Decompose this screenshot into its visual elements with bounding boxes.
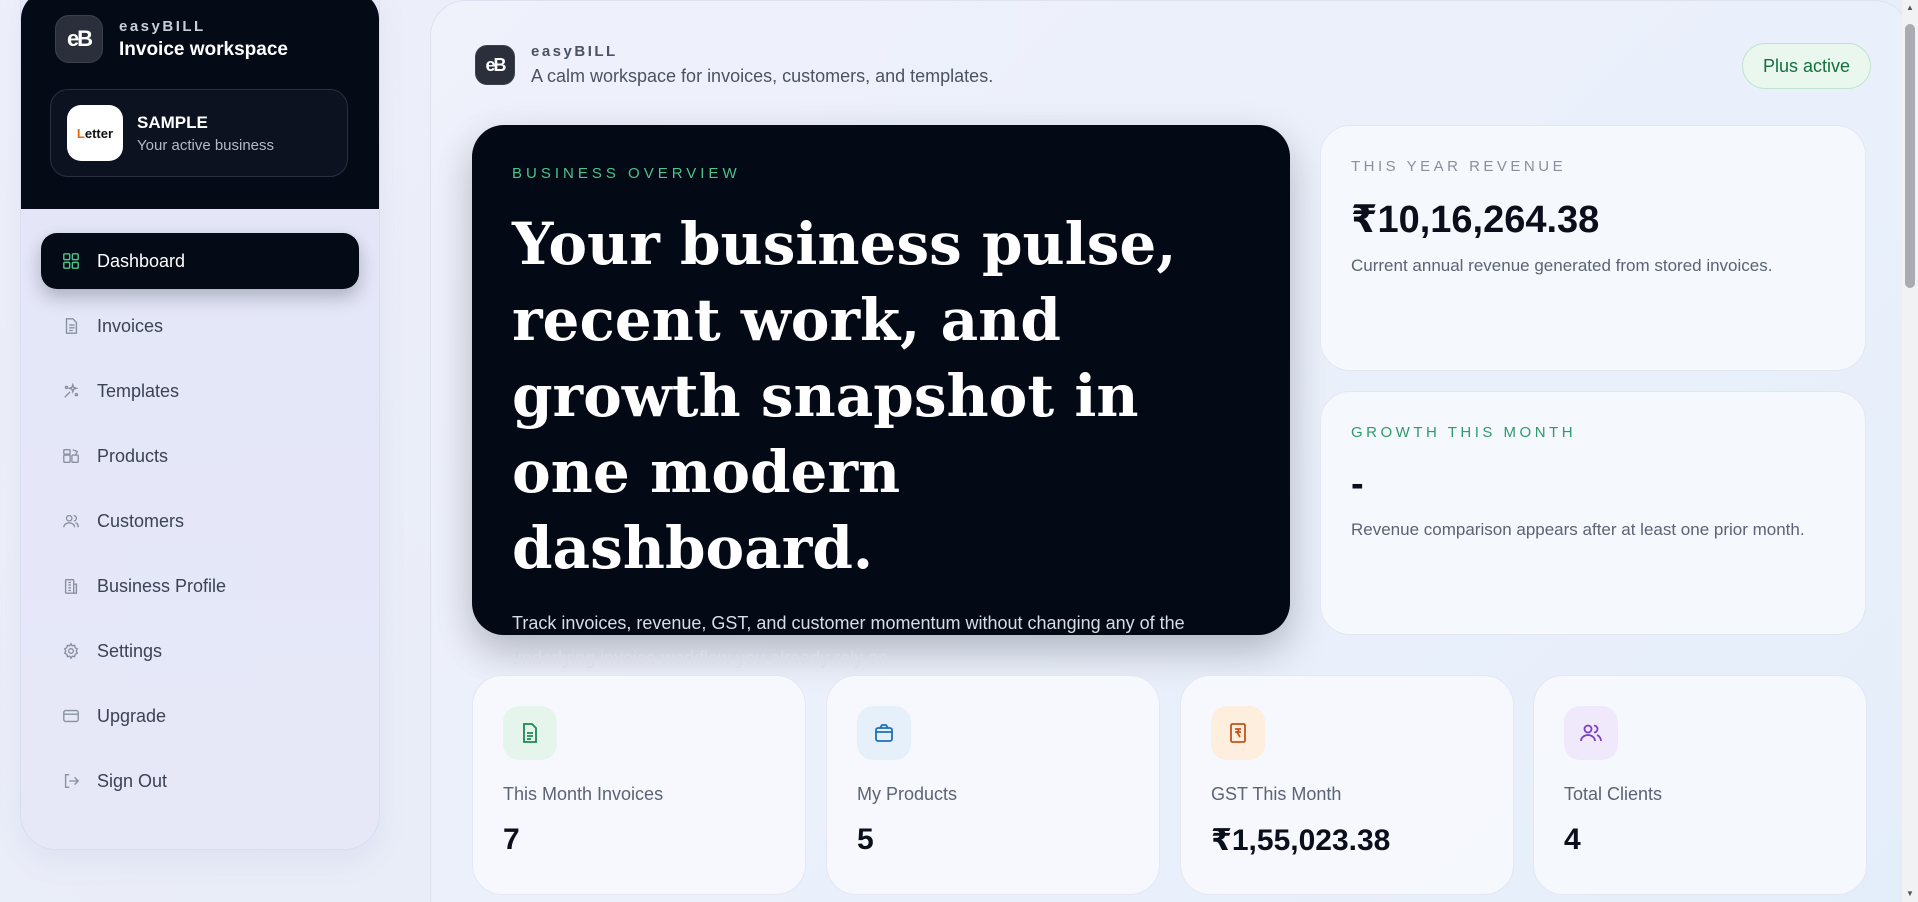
stat-card-clients[interactable]: Total Clients 4: [1533, 675, 1867, 895]
building-icon: [61, 576, 81, 596]
app-logo: eB: [475, 45, 515, 85]
box-icon: [857, 706, 911, 760]
brand-subtitle: Invoice workspace: [119, 38, 288, 60]
sidebar-item-upgrade[interactable]: Upgrade: [41, 688, 359, 744]
users-icon: [1564, 706, 1618, 760]
sidebar-item-label: Business Profile: [97, 575, 227, 596]
app-logo: eB: [55, 15, 103, 63]
business-name: SAMPLE: [137, 112, 208, 132]
growth-label: GROWTH THIS MONTH: [1351, 424, 1577, 441]
gear-icon: [61, 641, 81, 661]
document-icon: [61, 316, 81, 336]
sidebar-nav: Dashboard Invoices Templates Products Cu…: [21, 209, 379, 809]
header-brand-name: easyBILL: [531, 43, 618, 60]
sidebar-item-customers[interactable]: Customers: [41, 493, 359, 549]
hero-description: Track invoices, revenue, GST, and custom…: [512, 613, 1185, 668]
hero-title: Your business pulse, recent work, and gr…: [512, 210, 1177, 582]
scrollbar-thumb[interactable]: [1905, 24, 1915, 288]
business-overview-hero: BUSINESS OVERVIEW Your business pulse, r…: [472, 125, 1290, 668]
sidebar-item-settings[interactable]: Settings: [41, 623, 359, 679]
grid-icon: [61, 251, 81, 271]
business-subtitle: Your active business: [137, 136, 275, 154]
stat-card-gst[interactable]: GST This Month ₹1,55,023.38: [1180, 675, 1514, 895]
stat-label: My Products: [857, 784, 958, 804]
revenue-label: THIS YEAR REVENUE: [1351, 158, 1567, 175]
stat-value: 5: [857, 823, 874, 856]
sidebar-item-label: Settings: [97, 640, 163, 661]
users-icon: [61, 511, 81, 531]
sidebar-item-business-profile[interactable]: Business Profile: [41, 558, 359, 614]
stat-value: 4: [1564, 823, 1581, 856]
sidebar-item-label: Dashboard: [97, 250, 186, 271]
brand[interactable]: eB easyBILL Invoice workspace: [55, 15, 349, 63]
boxes-icon: [61, 446, 81, 466]
sidebar-item-label: Templates: [97, 380, 180, 401]
sidebar-item-label: Products: [97, 445, 169, 466]
main-panel: eB easyBILL A calm workspace for invoice…: [430, 0, 1910, 902]
scroll-down-icon[interactable]: ▼: [1906, 890, 1914, 898]
sidebar-item-templates[interactable]: Templates: [41, 363, 359, 419]
sidebar-item-invoices[interactable]: Invoices: [41, 298, 359, 354]
sidebar-item-products[interactable]: Products: [41, 428, 359, 484]
sidebar-header: eB easyBILL Invoice workspace Letter SAM…: [21, 0, 379, 209]
invoice-icon: [503, 706, 557, 760]
revenue-value: ₹10,16,264.38: [1351, 199, 1600, 241]
rupee-receipt-icon: [1211, 706, 1265, 760]
sidebar-item-label: Customers: [97, 510, 185, 531]
card-icon: [61, 706, 81, 726]
sidebar-item-sign-out[interactable]: Sign Out: [41, 753, 359, 809]
business-logo: Letter: [67, 105, 123, 161]
stat-label: This Month Invoices: [503, 784, 664, 804]
header-tagline: A calm workspace for invoices, customers…: [531, 66, 994, 86]
stat-value: 7: [503, 823, 520, 856]
scroll-up-icon[interactable]: ▲: [1906, 4, 1914, 12]
growth-description: Revenue comparison appears after at leas…: [1351, 520, 1805, 539]
growth-card: GROWTH THIS MONTH - Revenue comparison a…: [1320, 391, 1866, 635]
stat-card-invoices[interactable]: This Month Invoices 7: [472, 675, 806, 895]
revenue-description: Current annual revenue generated from st…: [1351, 256, 1773, 275]
brand-name: easyBILL: [119, 17, 206, 35]
sidebar-item-label: Sign Out: [97, 770, 168, 791]
growth-value: -: [1351, 463, 1364, 505]
sidebar: eB easyBILL Invoice workspace Letter SAM…: [20, 0, 380, 850]
hero-eyebrow: BUSINESS OVERVIEW: [512, 165, 741, 182]
header-brand: eB easyBILL A calm workspace for invoice…: [475, 43, 993, 87]
revenue-card: THIS YEAR REVENUE ₹10,16,264.38 Current …: [1320, 125, 1866, 371]
sidebar-item-label: Upgrade: [97, 705, 167, 726]
stat-value: ₹1,55,023.38: [1211, 824, 1391, 857]
page-scrollbar[interactable]: ▲ ▼: [1902, 0, 1918, 902]
stat-label: GST This Month: [1211, 784, 1342, 804]
stat-label: Total Clients: [1564, 784, 1663, 804]
sign-out-icon: [61, 771, 81, 791]
stat-card-products[interactable]: My Products 5: [826, 675, 1160, 895]
sparkles-icon: [61, 381, 81, 401]
active-business-card[interactable]: Letter SAMPLE Your active business: [50, 89, 348, 177]
plan-status-badge: Plus active: [1741, 43, 1871, 89]
sidebar-item-label: Invoices: [97, 315, 164, 336]
sidebar-item-dashboard[interactable]: Dashboard: [41, 233, 359, 289]
